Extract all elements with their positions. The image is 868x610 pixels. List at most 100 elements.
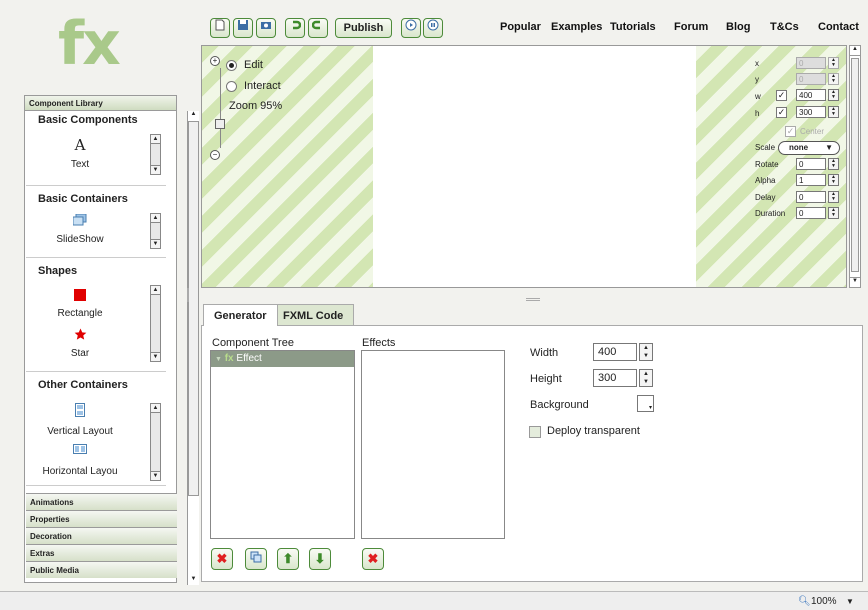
component-star[interactable]: Star	[30, 348, 130, 359]
screenshot-button[interactable]	[256, 18, 276, 38]
deploy-transparent-label: Deploy transparent	[547, 425, 640, 437]
interact-radio[interactable]	[226, 81, 237, 92]
zoom-out-icon[interactable]: −	[210, 150, 220, 160]
delay-field[interactable]: 0	[796, 191, 826, 203]
effects-list[interactable]	[361, 350, 505, 539]
interact-label: Interact	[244, 80, 281, 92]
section-scrollbar[interactable]: ▲ ▼	[150, 285, 161, 362]
scroll-thumb[interactable]	[851, 58, 859, 272]
star-icon	[72, 328, 88, 342]
delete-effect-button[interactable]: ✖	[362, 548, 384, 570]
section-title: Basic Components	[38, 114, 138, 126]
w-checkbox[interactable]: ✓	[776, 90, 787, 101]
move-down-button[interactable]: ⬇	[309, 548, 331, 570]
stage[interactable]: + − Edit Interact Zoom 95% x 0 ▲ ▼ y 0 ▲ ▼…	[201, 45, 847, 288]
duration-stepper[interactable]: ▲ ▼	[828, 207, 839, 219]
nav-forum[interactable]: Forum	[674, 21, 708, 33]
rotate-label: Rotate	[755, 160, 779, 169]
tree-item-effect[interactable]: ▼ fx Effect	[211, 351, 354, 367]
chevron-down-icon: ▼	[825, 143, 833, 152]
accordion-decoration[interactable]: Decoration	[26, 527, 177, 544]
library-scrollbar[interactable]: ▲ ▼	[187, 111, 199, 585]
zoom-slider-track[interactable]	[220, 68, 221, 148]
zoom-level: Zoom 95%	[229, 100, 283, 112]
publish-button[interactable]: Publish	[335, 18, 392, 38]
zoom-in-icon[interactable]: +	[210, 56, 220, 66]
x-field[interactable]: 0	[796, 57, 826, 69]
rotate-stepper[interactable]: ▲ ▼	[828, 158, 839, 170]
stage-scrollbar[interactable]: ▲ ▼	[849, 45, 861, 288]
background-color-picker[interactable]: ▾	[637, 395, 654, 412]
section-scrollbar[interactable]: ▲ ▼	[150, 403, 161, 481]
height-stepper[interactable]: ▲ ▼	[639, 369, 653, 387]
component-vertical-layout[interactable]: Vertical Layout	[30, 426, 130, 437]
component-slideshow[interactable]: SlideShow	[30, 234, 130, 245]
w-field[interactable]: 400	[796, 89, 826, 101]
nav-popular[interactable]: Popular	[500, 21, 541, 33]
accordion-public-media[interactable]: Public Media	[26, 561, 177, 578]
accordion-properties[interactable]: Properties	[26, 510, 177, 527]
zoom-slider-thumb[interactable]	[215, 119, 225, 129]
fx-logo: fx	[58, 9, 121, 79]
canvas[interactable]	[373, 46, 696, 287]
delay-stepper[interactable]: ▲ ▼	[828, 191, 839, 203]
section-shapes: Shapes Rectangle Star ▲ ▼	[26, 258, 166, 372]
section-other-containers: Other Containers Vertical Layout Horizon…	[26, 372, 166, 486]
redo-button[interactable]	[308, 18, 328, 38]
copy-button[interactable]	[245, 548, 267, 570]
delay-label: Delay	[755, 193, 776, 202]
nav-tcs[interactable]: T&Cs	[770, 21, 799, 33]
component-library: Component Library Basic Components A Tex…	[24, 95, 199, 585]
width-field[interactable]: 400	[593, 343, 637, 361]
tab-fxml-code[interactable]: FXML Code	[272, 304, 355, 325]
y-field[interactable]: 0	[796, 73, 826, 85]
move-up-button[interactable]: ⬆	[277, 548, 299, 570]
chevron-down-icon[interactable]: ▼	[846, 597, 854, 606]
scroll-thumb[interactable]	[188, 121, 199, 496]
alpha-stepper[interactable]: ▲ ▼	[828, 174, 839, 186]
component-tree[interactable]: ▼ fx Effect	[210, 350, 355, 539]
splitter-handle[interactable]	[187, 288, 189, 302]
duration-field[interactable]: 0	[796, 207, 826, 219]
zoom-icon: 🔍︎	[798, 596, 811, 607]
accordion-animations[interactable]: Animations	[26, 493, 177, 510]
component-horizontal-layout[interactable]: Horizontal Layou	[30, 466, 130, 477]
h-stepper[interactable]: ▲ ▼	[828, 106, 839, 118]
duration-label: Duration	[755, 209, 786, 218]
h-field[interactable]: 300	[796, 106, 826, 118]
status-bar: 🔍︎ 100% ▼	[0, 591, 868, 610]
play-button[interactable]	[401, 18, 421, 38]
accordion-extras[interactable]: Extras	[26, 544, 177, 561]
status-zoom[interactable]: 100%	[811, 596, 837, 607]
width-stepper[interactable]: ▲ ▼	[639, 343, 653, 361]
undo-button[interactable]	[285, 18, 305, 38]
alpha-field[interactable]: 1	[796, 174, 826, 186]
tab-generator[interactable]: Generator	[203, 304, 278, 326]
deploy-transparent-checkbox[interactable]	[529, 426, 541, 438]
nav-examples[interactable]: Examples	[551, 21, 602, 33]
new-button[interactable]	[210, 18, 230, 38]
rotate-field[interactable]: 0	[796, 158, 826, 170]
section-scrollbar[interactable]: ▲ ▼	[150, 134, 161, 175]
scale-select[interactable]: none ▼	[778, 141, 840, 155]
nav-blog[interactable]: Blog	[726, 21, 750, 33]
height-field[interactable]: 300	[593, 369, 637, 387]
w-stepper[interactable]: ▲ ▼	[828, 89, 839, 101]
delete-button[interactable]: ✖	[211, 548, 233, 570]
horizontal-layout-icon	[72, 444, 88, 458]
edit-radio[interactable]	[226, 60, 237, 71]
save-button[interactable]	[233, 18, 253, 38]
x-stepper[interactable]: ▲ ▼	[828, 57, 839, 69]
expand-icon: ▼	[215, 356, 222, 363]
component-rectangle[interactable]: Rectangle	[30, 308, 130, 319]
pause-button[interactable]	[423, 18, 443, 38]
center-checkbox[interactable]: ✓	[785, 126, 796, 137]
panel-resize-handle[interactable]	[526, 298, 540, 301]
component-text[interactable]: Text	[30, 159, 130, 170]
h-checkbox[interactable]: ✓	[776, 107, 787, 118]
nav-contact[interactable]: Contact	[818, 21, 859, 33]
section-scrollbar[interactable]: ▲ ▼	[150, 213, 161, 249]
nav-tutorials[interactable]: Tutorials	[610, 21, 656, 33]
fx-icon: fx	[224, 353, 234, 364]
y-stepper[interactable]: ▲ ▼	[828, 73, 839, 85]
